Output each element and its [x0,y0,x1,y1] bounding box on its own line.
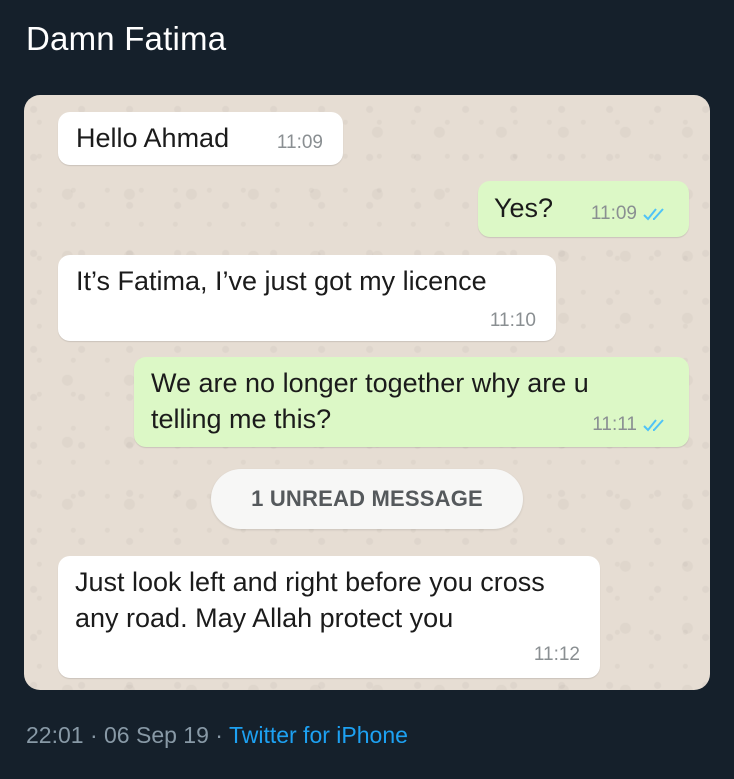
message-bubble-incoming: Hello Ahmad 11:09 [58,112,343,165]
separator: · [89,722,98,748]
message-time: 11:11 [592,414,669,436]
message-bubble-incoming: Just look left and right before you cros… [58,556,600,678]
tweet-source-link[interactable]: Twitter for iPhone [229,722,408,748]
chat-screenshot: Hello Ahmad 11:09 Yes? 11:09 It’s Fatima… [24,95,710,690]
message-text: We are no longer together why are u tell… [151,368,589,434]
message-text: Just look left and right before you cros… [75,567,545,633]
tweet-metadata: 22:01 · 06 Sep 19 · Twitter for iPhone [26,722,408,749]
message-text: Hello Ahmad [76,123,230,153]
message-time: 11:09 [276,132,323,153]
message-time: 11:10 [489,310,536,331]
unread-messages-divider: 1 UNREAD MESSAGE [211,469,523,529]
message-time: 11:12 [533,644,580,665]
message-text: It’s Fatima, I’ve just got my licence [76,266,487,296]
separator: · [215,722,223,748]
message-text: Yes? [494,193,554,223]
message-bubble-outgoing: We are no longer together why are u tell… [134,357,689,447]
tweet-date: 06 Sep 19 [104,722,209,748]
tweet-text: Damn Fatima [26,20,227,57]
message-bubble-outgoing: Yes? 11:09 [478,181,689,237]
message-time: 11:09 [591,203,669,225]
read-ticks-icon [643,208,664,221]
message-bubble-incoming: It’s Fatima, I’ve just got my licence 11… [58,255,556,341]
tweet-time: 22:01 [26,722,84,748]
read-ticks-icon [643,419,664,432]
